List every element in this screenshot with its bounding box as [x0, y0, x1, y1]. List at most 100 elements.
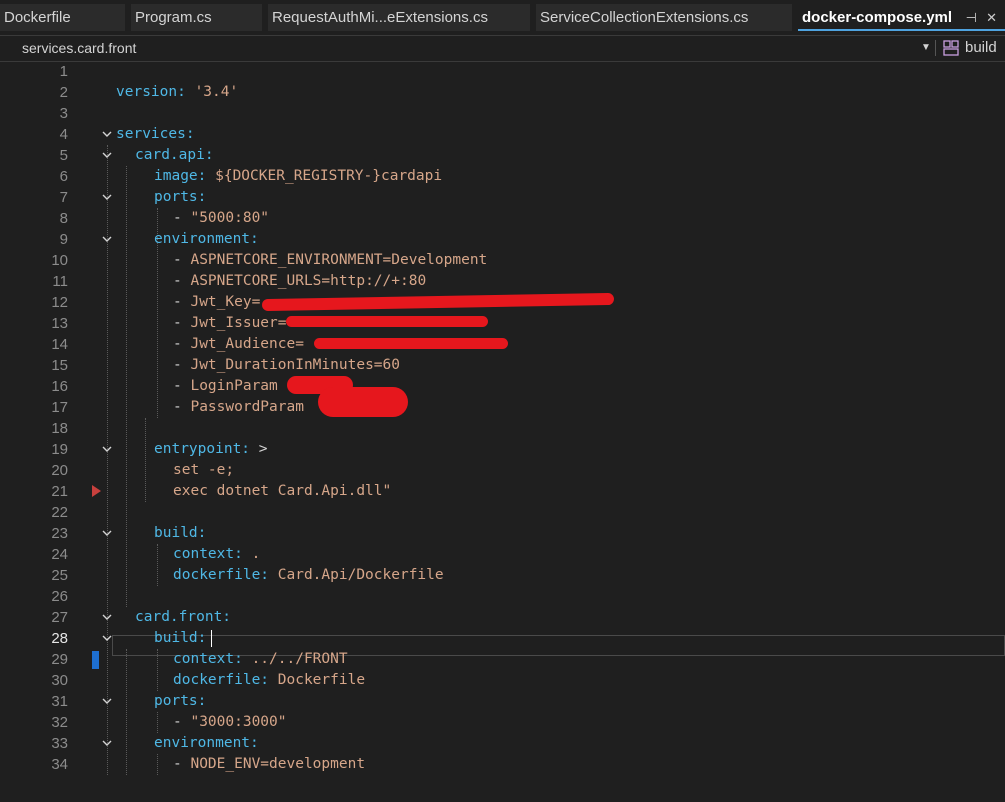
- line-number: 24: [51, 546, 68, 563]
- code-text: - Jwt_Audience=: [173, 336, 304, 352]
- fold-chevron-icon[interactable]: [101, 191, 113, 203]
- tab-label: Program.cs: [135, 9, 212, 26]
- line-number: 27: [51, 609, 68, 626]
- code-text: - PasswordParam: [173, 399, 304, 415]
- tab-dockerfile[interactable]: Dockerfile: [0, 4, 125, 31]
- code-editor[interactable]: 1 2 version: '3.4' 3 4 services: 5 card.api…: [0, 61, 1005, 802]
- line-number: 30: [51, 672, 68, 689]
- line-number: 2: [59, 84, 68, 101]
- line-number: 5: [59, 147, 68, 164]
- tab-program-cs[interactable]: Program.cs: [131, 4, 262, 31]
- line-number: 28: [51, 630, 68, 647]
- scope-dropdown[interactable]: services.card.front: [22, 36, 136, 60]
- line-number: 21: [51, 483, 68, 500]
- line-number: 25: [51, 567, 68, 584]
- code-line: 18: [0, 418, 1005, 439]
- line-number: 19: [51, 441, 68, 458]
- code-text: - NODE_ENV=development: [173, 756, 366, 772]
- code-text: dockerfile: Dockerfile: [173, 672, 366, 688]
- code-line: 10 - ASPNETCORE_ENVIRONMENT=Development: [0, 250, 1005, 271]
- code-line: 20 set -e;: [0, 460, 1005, 481]
- member-dropdown[interactable]: build: [965, 36, 997, 60]
- line-number: 11: [52, 273, 68, 290]
- change-marker-icon: [92, 651, 99, 669]
- code-text: - "5000:80": [173, 210, 270, 226]
- code-text: card.front:: [135, 609, 232, 625]
- tab-label: docker-compose.yml: [802, 9, 953, 26]
- fold-chevron-icon[interactable]: [101, 527, 113, 539]
- code-line: 26: [0, 586, 1005, 607]
- code-text: set -e;: [173, 462, 235, 478]
- code-text: - ASPNETCORE_URLS=http://+:80: [173, 273, 427, 289]
- code-line: 27 card.front:: [0, 607, 1005, 628]
- code-text: ports:: [154, 189, 207, 205]
- code-line: 5 card.api:: [0, 145, 1005, 166]
- line-number: 26: [51, 588, 68, 605]
- code-line: 28 build:: [0, 628, 1005, 649]
- code-text: ports:: [154, 693, 207, 709]
- code-line: 34 - NODE_ENV=development: [0, 754, 1005, 775]
- line-number: 14: [51, 336, 68, 353]
- line-number: 31: [51, 693, 68, 710]
- line-number: 13: [51, 315, 68, 332]
- fold-chevron-icon[interactable]: [101, 632, 113, 644]
- code-line: 4 services:: [0, 124, 1005, 145]
- code-line: 33 environment:: [0, 733, 1005, 754]
- code-line: 24 context: .: [0, 544, 1005, 565]
- divider: [935, 40, 936, 56]
- close-icon[interactable]: ✕: [986, 4, 997, 29]
- code-line: 16 - LoginParam: [0, 376, 1005, 397]
- code-text: card.api:: [135, 147, 214, 163]
- tab-docker-compose[interactable]: docker-compose.yml ⊣ ✕: [798, 4, 1005, 31]
- line-number: 20: [51, 462, 68, 479]
- code-text: build:: [154, 525, 207, 541]
- tab-bar: Dockerfile Program.cs RequestAuthMi...eE…: [0, 0, 1005, 35]
- code-line: 22: [0, 502, 1005, 523]
- code-text: - "3000:3000": [173, 714, 287, 730]
- line-number: 12: [51, 294, 68, 311]
- line-number: 29: [51, 651, 68, 668]
- code-text: - ASPNETCORE_ENVIRONMENT=Development: [173, 252, 488, 268]
- fold-chevron-icon[interactable]: [101, 611, 113, 623]
- line-number: 17: [51, 399, 68, 416]
- code-line: 29 context: ../../FRONT: [0, 649, 1005, 670]
- fold-chevron-icon[interactable]: [101, 737, 113, 749]
- code-line: 21 exec dotnet Card.Api.dll": [0, 481, 1005, 502]
- chevron-down-icon[interactable]: ▼: [921, 36, 931, 60]
- redaction-mark: [286, 316, 488, 327]
- code-text: - Jwt_Issuer=: [173, 315, 287, 331]
- fold-chevron-icon[interactable]: [101, 443, 113, 455]
- code-line: 6 image: ${DOCKER_REGISTRY-}cardapi: [0, 166, 1005, 187]
- code-line: 17 - PasswordParam: [0, 397, 1005, 418]
- line-number: 23: [51, 525, 68, 542]
- tab-requestauth-extensions[interactable]: RequestAuthMi...eExtensions.cs: [268, 4, 530, 31]
- code-line: 2 version: '3.4': [0, 82, 1005, 103]
- code-line: 19 entrypoint: >: [0, 439, 1005, 460]
- fold-chevron-icon[interactable]: [101, 149, 113, 161]
- line-number: 32: [51, 714, 68, 731]
- code-text: - Jwt_Key=: [173, 294, 261, 310]
- code-line: 9 environment:: [0, 229, 1005, 250]
- code-line: 30 dockerfile: Dockerfile: [0, 670, 1005, 691]
- code-text: - Jwt_DurationInMinutes=60: [173, 357, 400, 373]
- fold-chevron-icon[interactable]: [101, 128, 113, 140]
- navigation-bar: services.card.front ▼ build: [0, 35, 1005, 62]
- code-text: environment:: [154, 735, 259, 751]
- pin-icon[interactable]: ⊣: [966, 4, 977, 29]
- line-number: 15: [51, 357, 68, 374]
- fold-chevron-icon[interactable]: [101, 233, 113, 245]
- code-text: image: ${DOCKER_REGISTRY-}cardapi: [154, 168, 443, 184]
- code-text: context: .: [173, 546, 261, 562]
- tab-servicecollection-extensions[interactable]: ServiceCollectionExtensions.cs: [536, 4, 792, 31]
- code-line: 1: [0, 61, 1005, 82]
- line-number: 8: [59, 210, 68, 227]
- line-number: 9: [59, 231, 68, 248]
- code-line: 31 ports:: [0, 691, 1005, 712]
- code-line: 25 dockerfile: Card.Api/Dockerfile: [0, 565, 1005, 586]
- code-text: build:: [154, 630, 207, 646]
- breakpoint-marker-icon[interactable]: [92, 485, 101, 497]
- code-text: - LoginParam: [173, 378, 278, 394]
- fold-chevron-icon[interactable]: [101, 695, 113, 707]
- line-number: 18: [51, 420, 68, 437]
- redaction-mark: [314, 338, 508, 349]
